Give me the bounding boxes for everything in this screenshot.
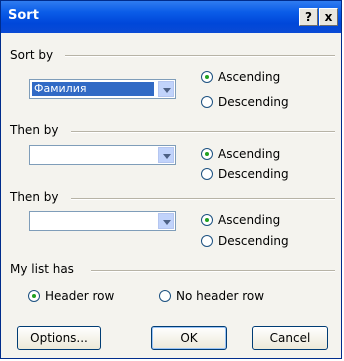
close-button[interactable]: x (319, 8, 338, 26)
divider (71, 131, 335, 133)
radio-selected-icon (201, 214, 213, 226)
no-header-row-label: No header row (176, 289, 265, 303)
then-by-value-2 (32, 214, 154, 228)
my-list-has-label: My list has (10, 262, 74, 276)
cancel-button[interactable]: Cancel (252, 326, 328, 350)
chevron-down-icon[interactable] (158, 147, 174, 163)
then-by-combobox-1[interactable] (29, 145, 176, 165)
header-row-label: Header row (45, 289, 115, 303)
help-button[interactable]: ? (299, 8, 318, 26)
descending-label: Descending (218, 167, 289, 181)
descending-label: Descending (218, 234, 289, 248)
then-by-value-1 (32, 148, 154, 162)
divider (91, 270, 335, 272)
chevron-down-icon[interactable] (158, 213, 174, 229)
divider (65, 55, 335, 57)
dialog-title: Sort (8, 8, 39, 23)
chevron-down-icon[interactable] (158, 81, 174, 97)
radio-icon (201, 96, 213, 108)
radio-selected-icon (28, 290, 40, 302)
descending-label: Descending (218, 95, 289, 109)
ascending-label: Ascending (218, 70, 281, 84)
ascending-label: Ascending (218, 213, 281, 227)
title-bar: Sort ? x (1, 1, 341, 33)
radio-selected-icon (201, 71, 213, 83)
sort-by-label: Sort by (10, 48, 54, 62)
sort-by-value: Фамилия (32, 82, 154, 96)
sort-dialog: Sort ? x Sort by Фамилия Ascending Desce… (0, 0, 342, 359)
options-button[interactable]: Options... (17, 326, 101, 350)
radio-icon (159, 290, 171, 302)
then-by-label-1: Then by (10, 123, 59, 137)
radio-icon (201, 235, 213, 247)
ascending-label: Ascending (218, 147, 281, 161)
ok-button[interactable]: OK (151, 326, 227, 350)
radio-selected-icon (201, 148, 213, 160)
radio-icon (201, 168, 213, 180)
divider (71, 198, 335, 200)
then-by-label-2: Then by (10, 190, 59, 204)
then-by-combobox-2[interactable] (29, 211, 176, 231)
sort-by-combobox[interactable]: Фамилия (29, 79, 176, 99)
